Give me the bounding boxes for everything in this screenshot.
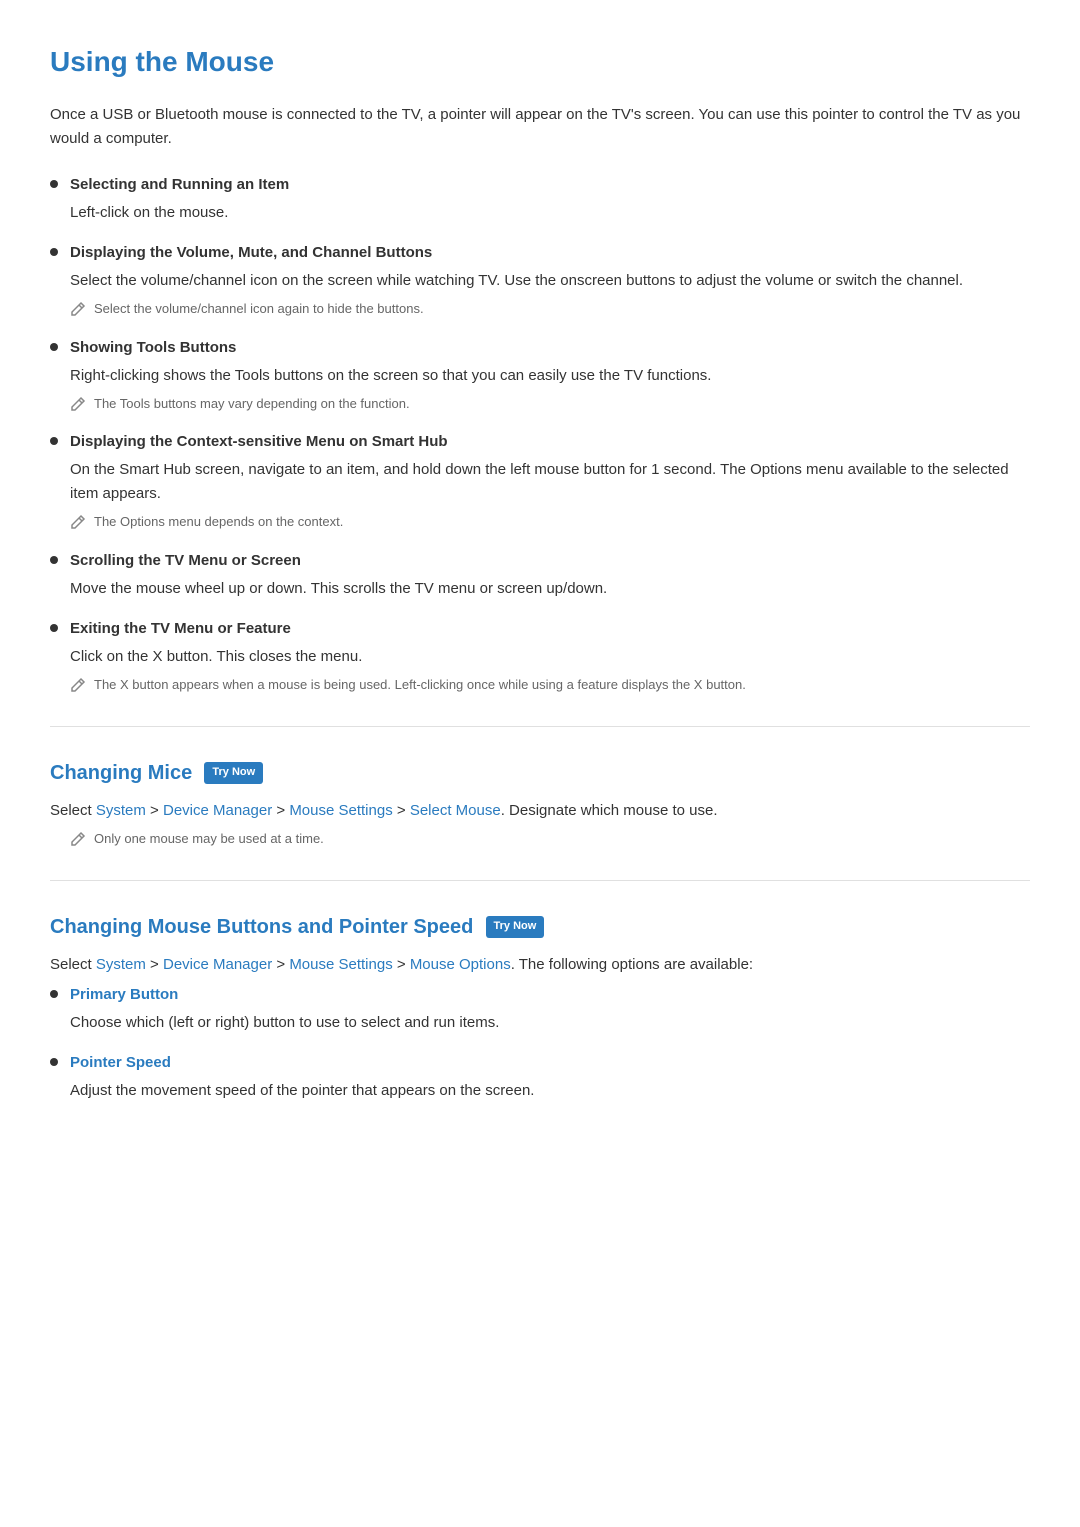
changing-mice-body: Select System > Device Manager > Mouse S… xyxy=(50,799,1030,850)
link-system-mice[interactable]: System xyxy=(96,802,146,819)
link-device-manager-mice[interactable]: Device Manager xyxy=(163,802,272,819)
bullet-label-tools: Showing Tools Buttons xyxy=(70,336,236,360)
bullet-dot-volume xyxy=(50,248,58,256)
link-system-buttons[interactable]: System xyxy=(96,956,146,973)
note-volume: Select the volume/channel icon again to … xyxy=(70,299,1030,320)
changing-mice-suffix: . Designate which mouse to use. xyxy=(501,802,718,819)
bullet-label-context: Displaying the Context-sensitive Menu on… xyxy=(70,430,448,454)
bullet-displaying-volume: Displaying the Volume, Mute, and Channel… xyxy=(50,241,1030,320)
bullet-exiting: Exiting the TV Menu or Feature Click on … xyxy=(50,617,1030,696)
pencil-icon-changing-mice xyxy=(70,831,86,847)
sub-bullet-pointer: Pointer Speed Adjust the movement speed … xyxy=(50,1051,1030,1103)
arrow-1-buttons: > xyxy=(146,956,163,973)
bullet-dot-tools xyxy=(50,343,58,351)
changing-buttons-body: Select System > Device Manager > Mouse S… xyxy=(50,953,1030,1103)
bullet-label-exiting: Exiting the TV Menu or Feature xyxy=(70,617,291,641)
bullet-desc-scrolling: Move the mouse wheel up or down. This sc… xyxy=(70,577,1030,601)
arrow-3-mice: > xyxy=(393,802,410,819)
bullet-selecting: Selecting and Running an Item Left-click… xyxy=(50,173,1030,225)
sub-bullet-desc-primary: Choose which (left or right) button to u… xyxy=(70,1011,1030,1035)
section-changing-buttons: Changing Mouse Buttons and Pointer Speed… xyxy=(50,911,1030,943)
note-changing-mice: Only one mouse may be used at a time. xyxy=(70,829,1030,850)
intro-paragraph: Once a USB or Bluetooth mouse is connect… xyxy=(50,103,1030,151)
link-mouse-options[interactable]: Mouse Options xyxy=(410,956,511,973)
bullet-desc-exiting: Click on the X button. This closes the m… xyxy=(70,645,1030,669)
arrow-2-buttons: > xyxy=(272,956,289,973)
changing-buttons-title: Changing Mouse Buttons and Pointer Speed xyxy=(50,916,473,938)
note-text-changing-mice: Only one mouse may be used at a time. xyxy=(94,829,324,850)
link-device-manager-buttons[interactable]: Device Manager xyxy=(163,956,272,973)
arrow-1-mice: > xyxy=(146,802,163,819)
note-tools: The Tools buttons may vary depending on … xyxy=(70,394,1030,415)
bullet-dot-selecting xyxy=(50,180,58,188)
section-changing-mice: Changing Mice Try Now xyxy=(50,757,1030,789)
changing-buttons-select-prefix: Select xyxy=(50,956,96,973)
changing-buttons-suffix: . The following options are available: xyxy=(511,956,753,973)
changing-mice-title: Changing Mice xyxy=(50,762,192,784)
page-title: Using the Mouse xyxy=(50,40,1030,85)
note-text-exiting: The X button appears when a mouse is bei… xyxy=(94,675,746,696)
divider-1 xyxy=(50,726,1030,727)
arrow-3-buttons: > xyxy=(393,956,410,973)
sub-bullet-label-pointer: Pointer Speed xyxy=(70,1051,171,1075)
bullet-desc-selecting: Left-click on the mouse. xyxy=(70,201,1030,225)
link-mouse-settings-buttons[interactable]: Mouse Settings xyxy=(289,956,392,973)
pencil-icon-volume xyxy=(70,301,86,317)
note-text-tools: The Tools buttons may vary depending on … xyxy=(94,394,410,415)
link-mouse-settings-mice[interactable]: Mouse Settings xyxy=(289,802,392,819)
changing-mice-select-prefix: Select xyxy=(50,802,96,819)
sub-bullet-label-primary: Primary Button xyxy=(70,983,178,1007)
pencil-icon-exiting xyxy=(70,677,86,693)
bullet-desc-tools: Right-clicking shows the Tools buttons o… xyxy=(70,364,1030,388)
note-context: The Options menu depends on the context. xyxy=(70,512,1030,533)
pencil-icon-context xyxy=(70,514,86,530)
bullet-desc-context: On the Smart Hub screen, navigate to an … xyxy=(70,458,1030,506)
link-select-mouse[interactable]: Select Mouse xyxy=(410,802,501,819)
note-exiting: The X button appears when a mouse is bei… xyxy=(70,675,1030,696)
bullet-tools: Showing Tools Buttons Right-clicking sho… xyxy=(50,336,1030,415)
sub-bullet-desc-pointer: Adjust the movement speed of the pointer… xyxy=(70,1079,1030,1103)
bullet-label-selecting: Selecting and Running an Item xyxy=(70,173,289,197)
sub-bullet-dot-pointer xyxy=(50,1058,58,1066)
sub-bullet-list: Primary Button Choose which (left or rig… xyxy=(50,983,1030,1103)
bullet-list: Selecting and Running an Item Left-click… xyxy=(50,173,1030,696)
bullet-dot-context xyxy=(50,437,58,445)
bullet-dot-exiting xyxy=(50,624,58,632)
sub-bullet-dot-primary xyxy=(50,990,58,998)
changing-buttons-path-text: Select System > Device Manager > Mouse S… xyxy=(50,953,1030,977)
bullet-context: Displaying the Context-sensitive Menu on… xyxy=(50,430,1030,533)
bullet-label-scrolling: Scrolling the TV Menu or Screen xyxy=(70,549,301,573)
note-text-context: The Options menu depends on the context. xyxy=(94,512,343,533)
bullet-dot-scrolling xyxy=(50,556,58,564)
bullet-desc-volume: Select the volume/channel icon on the sc… xyxy=(70,269,1030,293)
note-text-volume: Select the volume/channel icon again to … xyxy=(94,299,424,320)
bullet-label-volume: Displaying the Volume, Mute, and Channel… xyxy=(70,241,432,265)
try-now-badge-mice[interactable]: Try Now xyxy=(204,762,263,784)
try-now-badge-buttons[interactable]: Try Now xyxy=(486,916,545,938)
sub-bullet-primary: Primary Button Choose which (left or rig… xyxy=(50,983,1030,1035)
bullet-scrolling: Scrolling the TV Menu or Screen Move the… xyxy=(50,549,1030,601)
arrow-2-mice: > xyxy=(272,802,289,819)
changing-mice-path-text: Select System > Device Manager > Mouse S… xyxy=(50,799,1030,823)
divider-2 xyxy=(50,880,1030,881)
pencil-icon-tools xyxy=(70,396,86,412)
